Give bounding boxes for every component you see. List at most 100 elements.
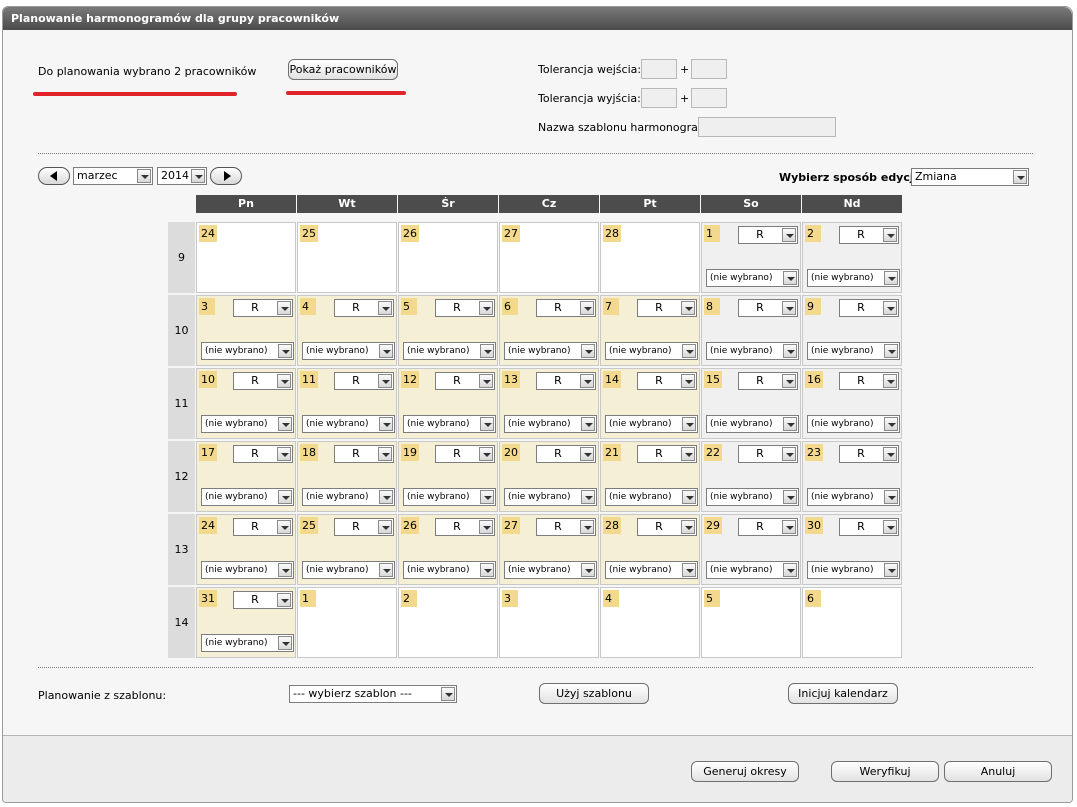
employee-select[interactable]: (nie wybrano) bbox=[807, 342, 900, 360]
next-month-button[interactable] bbox=[210, 167, 242, 185]
calendar-day-cell[interactable]: 30 R (nie wybrano) bbox=[802, 514, 902, 585]
shift-select[interactable]: R bbox=[536, 299, 596, 317]
calendar-day-cell[interactable]: 15 R (nie wybrano) bbox=[701, 368, 801, 439]
employee-select[interactable]: (nie wybrano) bbox=[807, 488, 900, 506]
entry-tolerance-minus-input[interactable] bbox=[641, 59, 677, 79]
employee-select[interactable]: (nie wybrano) bbox=[302, 488, 395, 506]
employee-select[interactable]: (nie wybrano) bbox=[605, 342, 698, 360]
generate-periods-button[interactable]: Generuj okresy bbox=[691, 761, 799, 782]
employee-select[interactable]: (nie wybrano) bbox=[403, 415, 496, 433]
show-employees-button[interactable]: Pokaż pracowników bbox=[288, 59, 398, 80]
calendar-day-cell[interactable]: 29 R (nie wybrano) bbox=[701, 514, 801, 585]
employee-select[interactable]: (nie wybrano) bbox=[201, 415, 294, 433]
shift-select[interactable]: R bbox=[435, 372, 495, 390]
employee-select[interactable]: (nie wybrano) bbox=[302, 342, 395, 360]
shift-select[interactable]: R bbox=[536, 445, 596, 463]
calendar-day-cell[interactable]: 12 R (nie wybrano) bbox=[398, 368, 498, 439]
shift-select[interactable]: R bbox=[233, 372, 293, 390]
calendar-day-cell[interactable]: 7 R (nie wybrano) bbox=[600, 295, 700, 366]
template-select[interactable]: --- wybierz szablon --- bbox=[289, 685, 457, 703]
employee-select[interactable]: (nie wybrano) bbox=[807, 561, 900, 579]
calendar-day-cell[interactable]: 20 R (nie wybrano) bbox=[499, 441, 599, 512]
calendar-day-cell[interactable]: 17 R (nie wybrano) bbox=[196, 441, 296, 512]
calendar-day-cell[interactable]: 24 R (nie wybrano) bbox=[196, 514, 296, 585]
employee-select[interactable]: (nie wybrano) bbox=[403, 342, 496, 360]
shift-select[interactable]: R bbox=[334, 518, 394, 536]
cancel-button[interactable]: Anuluj bbox=[944, 761, 1052, 782]
year-select[interactable]: 2014 bbox=[157, 167, 207, 185]
shift-select[interactable]: R bbox=[233, 591, 293, 609]
shift-select[interactable]: R bbox=[435, 299, 495, 317]
shift-select[interactable]: R bbox=[233, 299, 293, 317]
employee-select[interactable]: (nie wybrano) bbox=[504, 561, 597, 579]
calendar-day-cell[interactable]: 14 R (nie wybrano) bbox=[600, 368, 700, 439]
calendar-day-cell[interactable]: 22 R (nie wybrano) bbox=[701, 441, 801, 512]
shift-select[interactable]: R bbox=[233, 518, 293, 536]
shift-select[interactable]: R bbox=[839, 372, 899, 390]
employee-select[interactable]: (nie wybrano) bbox=[302, 561, 395, 579]
employee-select[interactable]: (nie wybrano) bbox=[605, 415, 698, 433]
employee-select[interactable]: (nie wybrano) bbox=[403, 561, 496, 579]
exit-tolerance-minus-input[interactable] bbox=[641, 88, 677, 108]
employee-select[interactable]: (nie wybrano) bbox=[201, 634, 294, 652]
shift-select[interactable]: R bbox=[334, 372, 394, 390]
calendar-day-cell[interactable]: 31 R (nie wybrano) bbox=[196, 587, 296, 658]
shift-select[interactable]: R bbox=[738, 518, 798, 536]
employee-select[interactable]: (nie wybrano) bbox=[807, 415, 900, 433]
shift-select[interactable]: R bbox=[839, 518, 899, 536]
calendar-day-cell[interactable]: 23 R (nie wybrano) bbox=[802, 441, 902, 512]
edit-mode-select[interactable]: Zmiana bbox=[911, 168, 1029, 186]
shift-select[interactable]: R bbox=[536, 518, 596, 536]
entry-tolerance-plus-input[interactable] bbox=[691, 59, 727, 79]
calendar-day-cell[interactable]: 16 R (nie wybrano) bbox=[802, 368, 902, 439]
employee-select[interactable]: (nie wybrano) bbox=[504, 415, 597, 433]
calendar-day-cell[interactable]: 2 R (nie wybrano) bbox=[802, 222, 902, 293]
employee-select[interactable]: (nie wybrano) bbox=[201, 342, 294, 360]
employee-select[interactable]: (nie wybrano) bbox=[403, 488, 496, 506]
calendar-day-cell[interactable]: 19 R (nie wybrano) bbox=[398, 441, 498, 512]
shift-select[interactable]: R bbox=[637, 372, 697, 390]
month-select[interactable]: marzec bbox=[73, 167, 153, 185]
calendar-day-cell[interactable]: 10 R (nie wybrano) bbox=[196, 368, 296, 439]
employee-select[interactable]: (nie wybrano) bbox=[706, 269, 799, 287]
employee-select[interactable]: (nie wybrano) bbox=[504, 488, 597, 506]
shift-select[interactable]: R bbox=[738, 372, 798, 390]
employee-select[interactable]: (nie wybrano) bbox=[201, 488, 294, 506]
shift-select[interactable]: R bbox=[637, 299, 697, 317]
prev-month-button[interactable] bbox=[38, 167, 70, 185]
shift-select[interactable]: R bbox=[738, 226, 798, 244]
shift-select[interactable]: R bbox=[839, 299, 899, 317]
calendar-day-cell[interactable]: 21 R (nie wybrano) bbox=[600, 441, 700, 512]
employee-select[interactable]: (nie wybrano) bbox=[605, 488, 698, 506]
shift-select[interactable]: R bbox=[435, 445, 495, 463]
employee-select[interactable]: (nie wybrano) bbox=[605, 561, 698, 579]
calendar-day-cell[interactable]: 18 R (nie wybrano) bbox=[297, 441, 397, 512]
calendar-day-cell[interactable]: 1 R (nie wybrano) bbox=[701, 222, 801, 293]
shift-select[interactable]: R bbox=[233, 445, 293, 463]
employee-select[interactable]: (nie wybrano) bbox=[706, 342, 799, 360]
calendar-day-cell[interactable]: 25 R (nie wybrano) bbox=[297, 514, 397, 585]
employee-select[interactable]: (nie wybrano) bbox=[201, 561, 294, 579]
calendar-day-cell[interactable]: 4 R (nie wybrano) bbox=[297, 295, 397, 366]
employee-select[interactable]: (nie wybrano) bbox=[706, 488, 799, 506]
shift-select[interactable]: R bbox=[637, 445, 697, 463]
shift-select[interactable]: R bbox=[839, 445, 899, 463]
shift-select[interactable]: R bbox=[334, 299, 394, 317]
calendar-day-cell[interactable]: 11 R (nie wybrano) bbox=[297, 368, 397, 439]
employee-select[interactable]: (nie wybrano) bbox=[807, 269, 900, 287]
employee-select[interactable]: (nie wybrano) bbox=[706, 561, 799, 579]
shift-select[interactable]: R bbox=[738, 299, 798, 317]
verify-button[interactable]: Weryfikuj bbox=[831, 761, 939, 782]
calendar-day-cell[interactable]: 8 R (nie wybrano) bbox=[701, 295, 801, 366]
use-template-button[interactable]: Użyj szablonu bbox=[539, 683, 649, 704]
shift-select[interactable]: R bbox=[637, 518, 697, 536]
shift-select[interactable]: R bbox=[536, 372, 596, 390]
calendar-day-cell[interactable]: 27 R (nie wybrano) bbox=[499, 514, 599, 585]
shift-select[interactable]: R bbox=[435, 518, 495, 536]
employee-select[interactable]: (nie wybrano) bbox=[504, 342, 597, 360]
calendar-day-cell[interactable]: 9 R (nie wybrano) bbox=[802, 295, 902, 366]
template-name-input[interactable] bbox=[698, 117, 836, 137]
calendar-day-cell[interactable]: 3 R (nie wybrano) bbox=[196, 295, 296, 366]
init-calendar-button[interactable]: Inicjuj kalendarz bbox=[788, 683, 898, 704]
employee-select[interactable]: (nie wybrano) bbox=[706, 415, 799, 433]
